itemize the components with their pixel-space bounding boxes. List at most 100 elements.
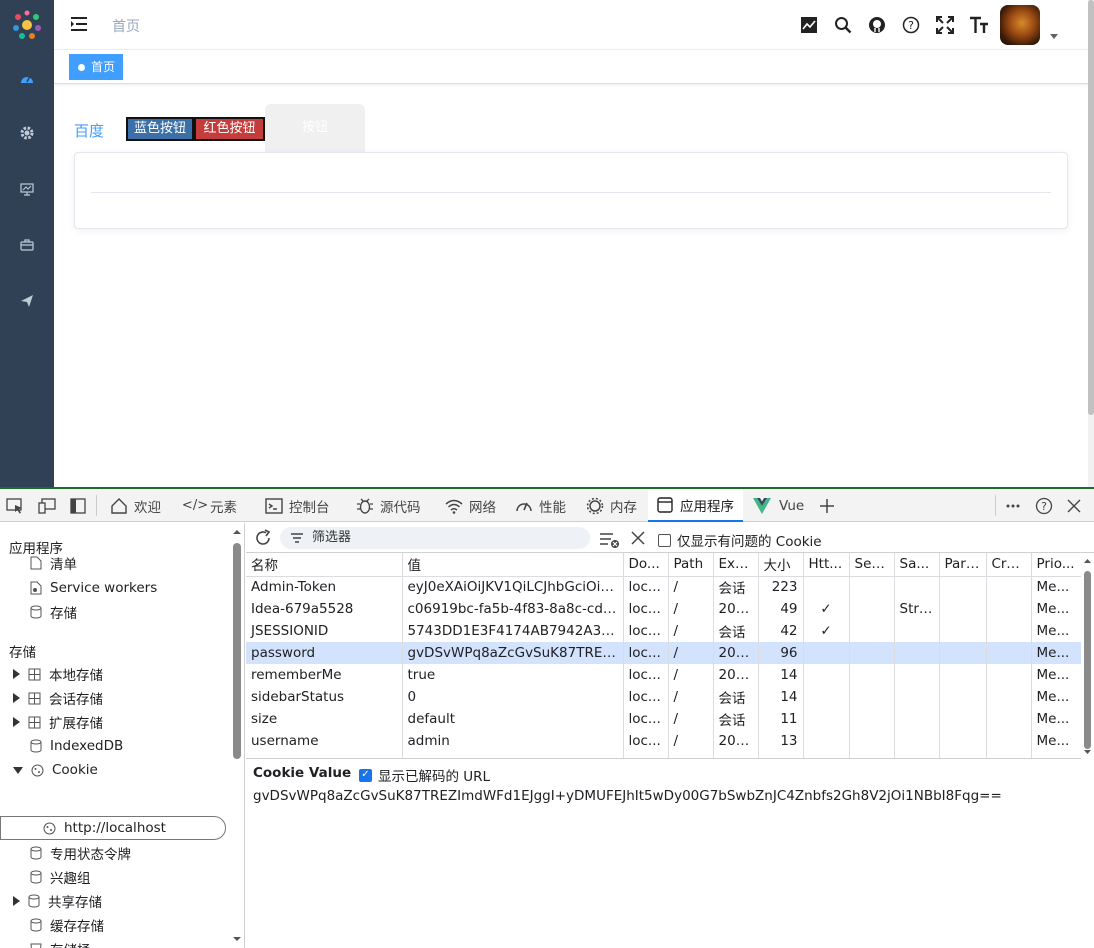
column-header[interactable]: Cro... xyxy=(986,553,1032,577)
tag-home[interactable]: 首页 xyxy=(69,54,124,80)
only-issues-toggle[interactable]: 仅显示有问题的 Cookie xyxy=(658,530,822,550)
table-row[interactable]: size default loc... / 会话 11 Me... xyxy=(246,708,1081,730)
expand-arrow-icon[interactable] xyxy=(13,717,20,727)
refresh-icon[interactable] xyxy=(253,528,273,548)
send-icon[interactable] xyxy=(17,291,37,311)
table-row[interactable]: rememberMe true loc.../202... 14 Me... xyxy=(246,664,1081,686)
fullscreen-icon[interactable] xyxy=(934,14,956,36)
table-row[interactable]: password gvDSvWPq8aZcGvSuK87TREZI... loc..… xyxy=(246,642,1081,664)
tree-item-shared-storage[interactable]: 共享存储 xyxy=(13,890,102,912)
tree-item-storage[interactable]: 存储 xyxy=(30,601,77,623)
tab-sources[interactable]: 源代码 xyxy=(356,489,421,522)
scroll-down-icon[interactable] xyxy=(1081,747,1094,757)
tab-memory[interactable]: 内存 xyxy=(586,489,637,522)
tree-item-manifest[interactable]: 清单 xyxy=(30,552,77,574)
table-row[interactable]: Admin-Token eyJ0eXAiOiJKV1QiLCJhbGciOiJI.… xyxy=(246,576,1081,598)
column-header[interactable]: Htt... xyxy=(803,553,850,577)
close-devtools-icon[interactable] xyxy=(1066,489,1082,522)
tree-item-cookie-localhost[interactable]: http://localhost xyxy=(43,817,166,839)
tags-view: 首页 xyxy=(54,50,1088,84)
column-header[interactable]: Exp... xyxy=(713,553,759,577)
breadcrumb[interactable]: 首页 xyxy=(112,16,140,36)
table-cell xyxy=(803,708,850,730)
column-header[interactable]: 值 xyxy=(402,553,624,577)
column-header[interactable]: Do... xyxy=(623,553,669,577)
tab-welcome[interactable]: 欢迎 xyxy=(110,489,161,522)
dock-side-icon[interactable] xyxy=(70,489,86,522)
tab-console[interactable]: 控制台 xyxy=(265,489,330,522)
baidu-link[interactable]: 百度 xyxy=(74,120,104,141)
font-size-icon[interactable] xyxy=(968,14,990,36)
search-icon[interactable] xyxy=(832,14,854,36)
scroll-up-icon[interactable] xyxy=(231,527,243,537)
column-header[interactable]: 大小 xyxy=(758,553,804,577)
tree-item-interest-groups[interactable]: 兴趣组 xyxy=(30,866,91,888)
column-header[interactable]: Prio... xyxy=(1031,553,1081,577)
tree-item-cache-storage[interactable]: 缓存存储 xyxy=(30,914,104,936)
tab-vue[interactable]: Vue xyxy=(751,489,804,522)
inspect-element-icon[interactable] xyxy=(6,489,24,522)
delete-selected-icon[interactable] xyxy=(630,530,646,546)
tab-performance[interactable]: 性能 xyxy=(515,489,566,522)
tree-item-extension-storage[interactable]: 扩展存储 xyxy=(13,711,103,733)
show-decoded-checkbox[interactable]: ✓ xyxy=(359,768,372,782)
help-icon[interactable]: ? xyxy=(900,14,922,36)
table-cell: 会话 xyxy=(713,708,759,730)
sidebar-scrollbar[interactable] xyxy=(231,523,243,948)
tab-button[interactable]: 按钮 xyxy=(265,104,365,152)
expand-arrow-icon[interactable] xyxy=(13,896,20,906)
table-row[interactable]: username admin loc.../202... 13 Me... xyxy=(246,730,1081,752)
user-avatar[interactable] xyxy=(1000,5,1040,45)
devtools-help-icon[interactable]: ? xyxy=(1035,489,1053,522)
add-tab-icon[interactable] xyxy=(819,489,835,522)
column-header[interactable]: Path xyxy=(668,553,714,577)
tree-item-cookie[interactable]: Cookie xyxy=(13,759,98,781)
tree-item-service-workers[interactable]: Service workers xyxy=(30,577,157,599)
monitor-icon[interactable] xyxy=(17,179,37,199)
table-row[interactable]: Idea-679a5528 c06919bc-fa5b-4f83-8a8c-cd0… xyxy=(246,598,1081,620)
column-header[interactable]: Sec... xyxy=(849,553,895,577)
table-cell: loc... xyxy=(623,576,669,598)
column-header[interactable]: Sa... xyxy=(894,553,940,577)
table-row[interactable]: JSESSIONID 5743DD1E3F4174AB7942A311... loc… xyxy=(246,620,1081,642)
expand-arrow-icon[interactable] xyxy=(13,669,20,679)
column-header[interactable]: Part... xyxy=(939,553,987,577)
chart-icon[interactable] xyxy=(798,14,820,36)
only-issues-checkbox[interactable] xyxy=(658,533,671,547)
dashboard-icon[interactable] xyxy=(17,68,37,88)
table-cell: 96 xyxy=(758,642,804,664)
scroll-down-icon[interactable] xyxy=(231,934,243,944)
table-scrollbar[interactable] xyxy=(1081,553,1094,759)
caret-down-icon[interactable] xyxy=(1050,34,1058,39)
collapse-arrow-icon[interactable] xyxy=(13,766,23,774)
toolbox-icon[interactable] xyxy=(17,235,37,255)
tree-item-private-tokens[interactable]: 专用状态令牌 xyxy=(30,842,131,864)
cookie-filter-input[interactable]: 筛选器 xyxy=(280,527,590,549)
more-options-icon[interactable] xyxy=(1005,489,1021,522)
expand-arrow-icon[interactable] xyxy=(13,693,20,703)
tree-item-session-storage[interactable]: 会话存储 xyxy=(13,687,103,709)
tab-elements[interactable]: </> 元素 xyxy=(182,489,237,522)
clear-all-icon[interactable] xyxy=(598,530,620,548)
device-toolbar-icon[interactable] xyxy=(38,489,56,522)
red-button[interactable]: 红色按钮 xyxy=(194,117,265,141)
page-scrollbar[interactable] xyxy=(1088,0,1094,487)
show-decoded-toggle[interactable]: ✓ 显示已解码的 URL xyxy=(359,765,490,785)
tree-item-storage-buckets[interactable]: 存储桶 xyxy=(30,938,91,948)
svg-text:?: ? xyxy=(908,19,914,32)
settings-gear-icon[interactable] xyxy=(17,123,37,143)
blue-button[interactable]: 蓝色按钮 xyxy=(126,117,194,141)
logo-icon[interactable] xyxy=(10,8,44,42)
tree-item-indexeddb[interactable]: IndexedDB xyxy=(30,735,123,757)
scroll-up-icon[interactable] xyxy=(1081,556,1094,566)
table-row[interactable]: sidebarStatus 0 loc... / 会话 14 Me... xyxy=(246,686,1081,708)
table-cell xyxy=(939,576,987,598)
github-icon[interactable] xyxy=(866,14,888,36)
table-cell: Strict xyxy=(894,598,940,620)
tree-item-local-storage[interactable]: 本地存储 xyxy=(13,663,103,685)
table-cell xyxy=(939,620,987,642)
tab-application[interactable]: 应用程序 xyxy=(648,489,743,522)
tab-network[interactable]: 网络 xyxy=(445,489,496,522)
column-header[interactable]: 名称 xyxy=(246,553,403,577)
hamburger-icon[interactable] xyxy=(70,15,88,33)
